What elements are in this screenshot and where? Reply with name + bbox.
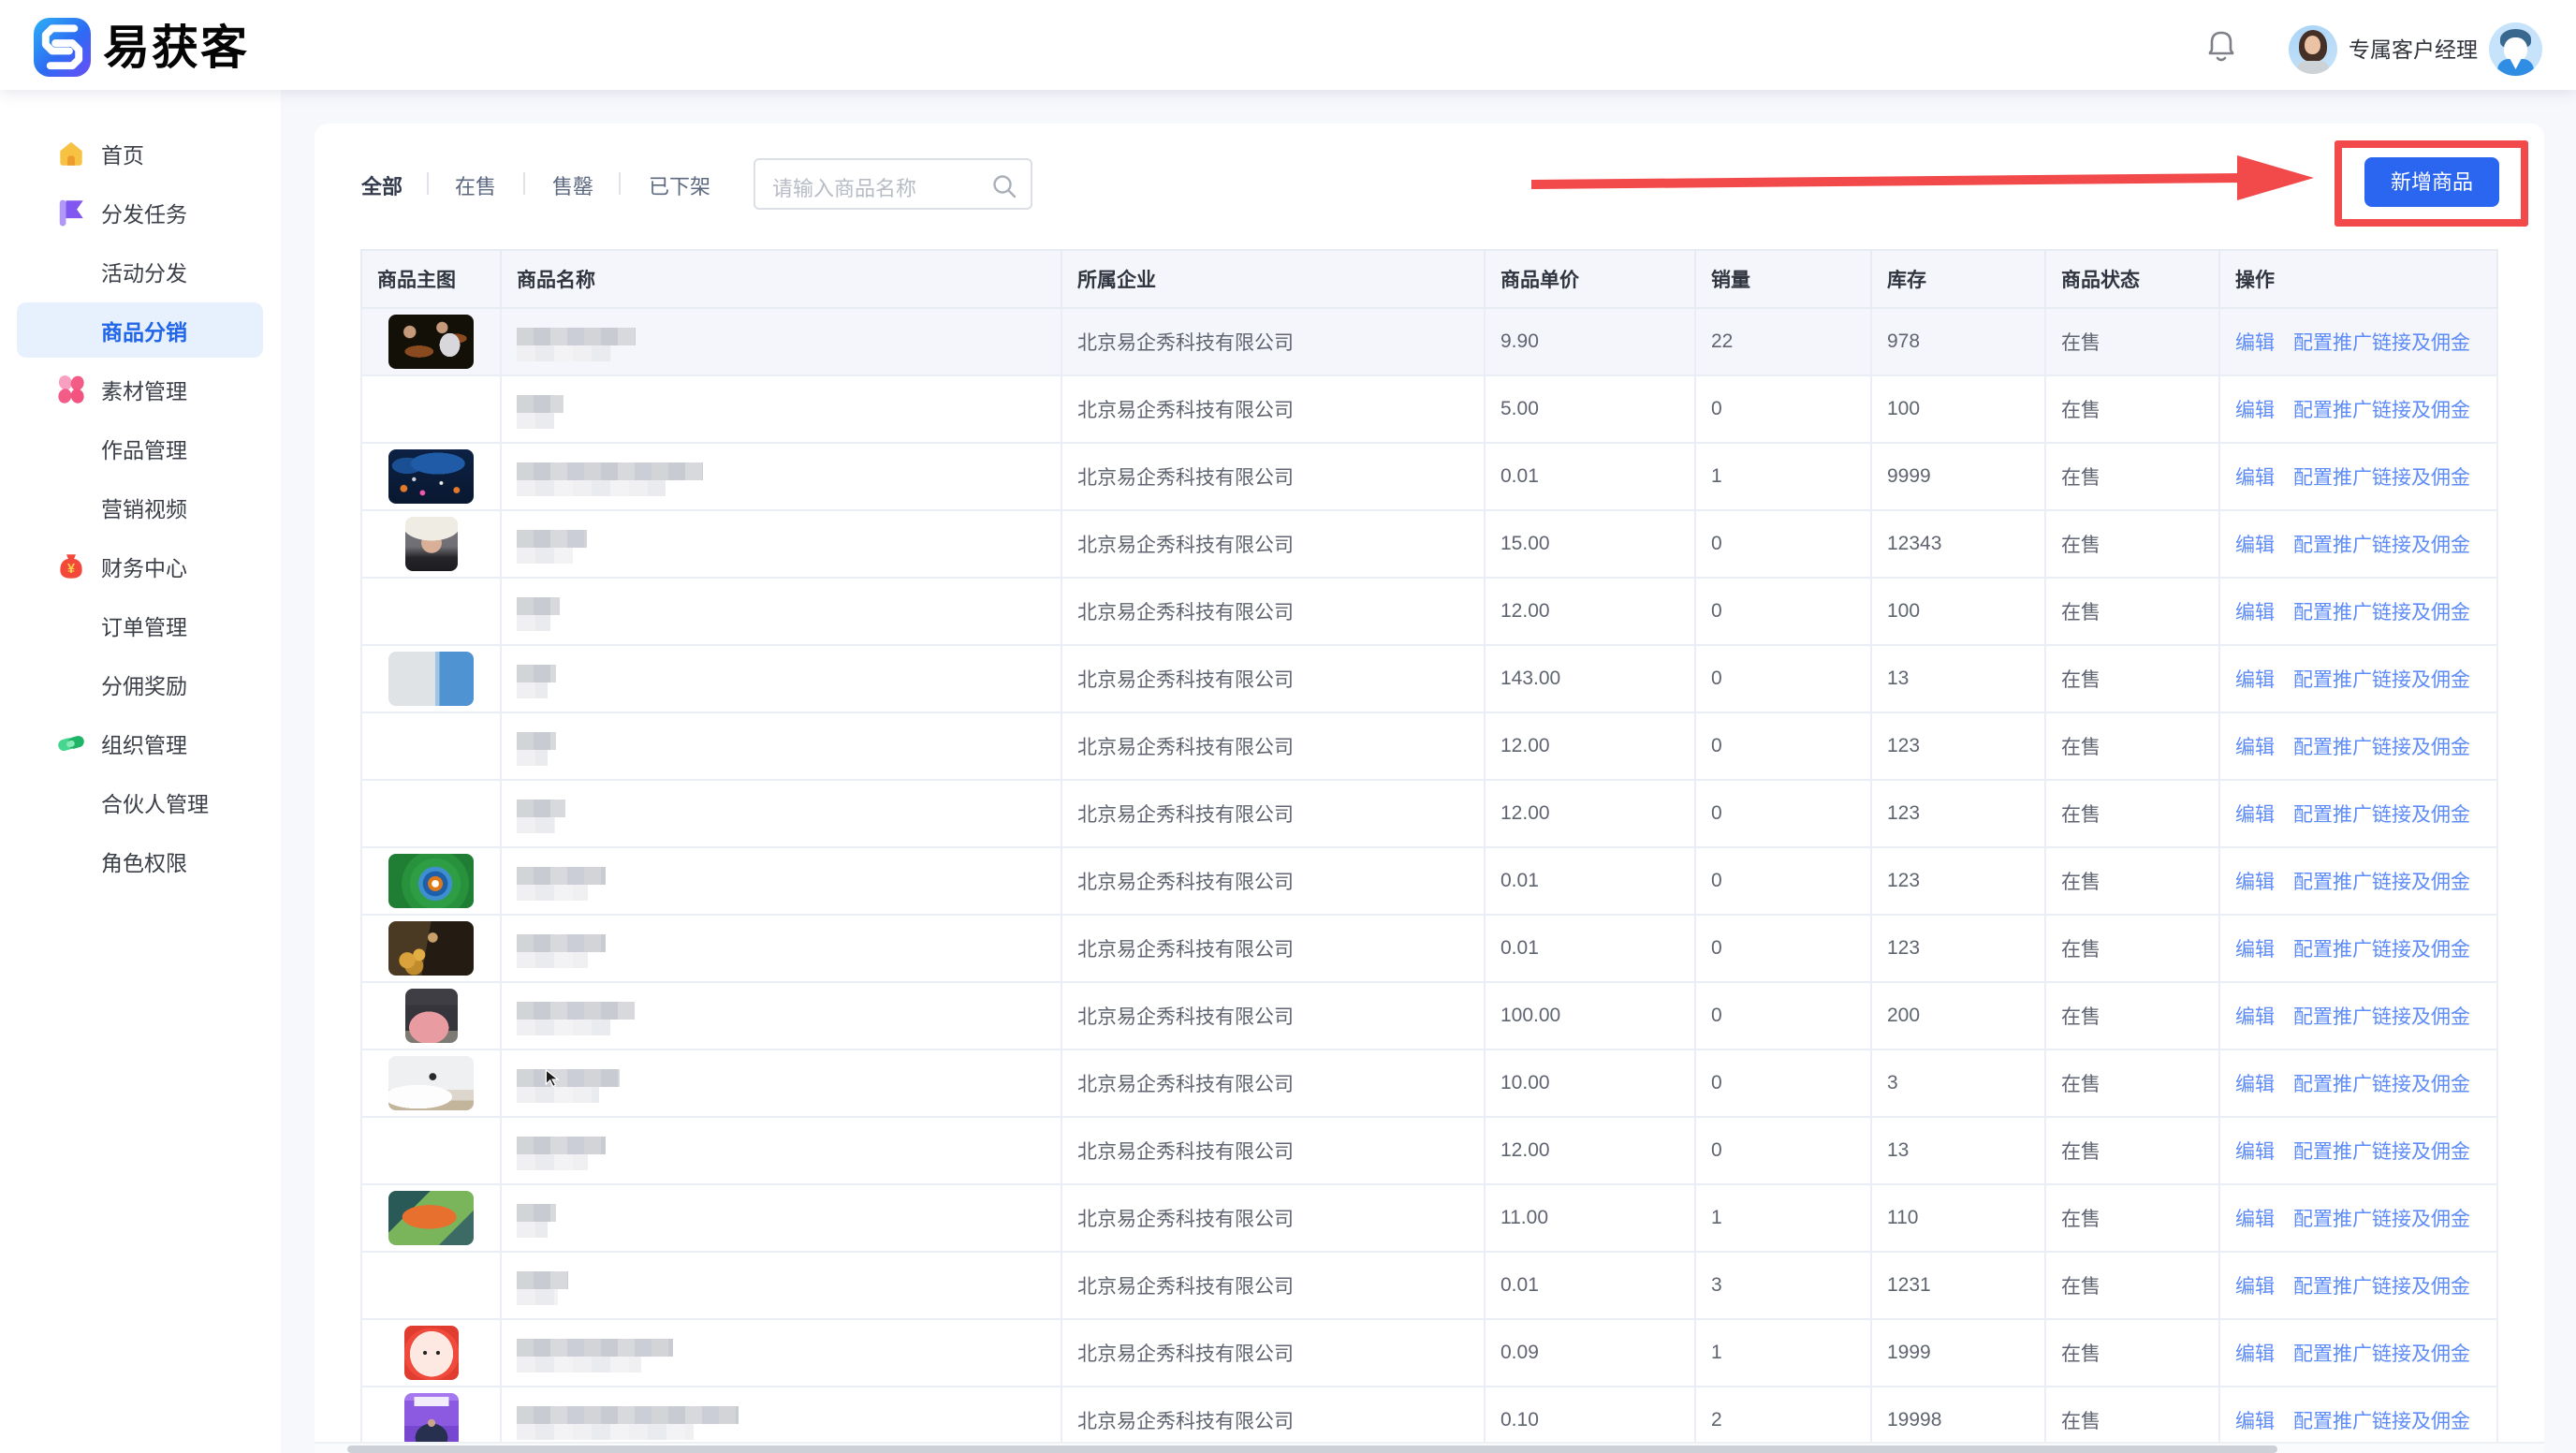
- svg-text:¥: ¥: [67, 562, 75, 577]
